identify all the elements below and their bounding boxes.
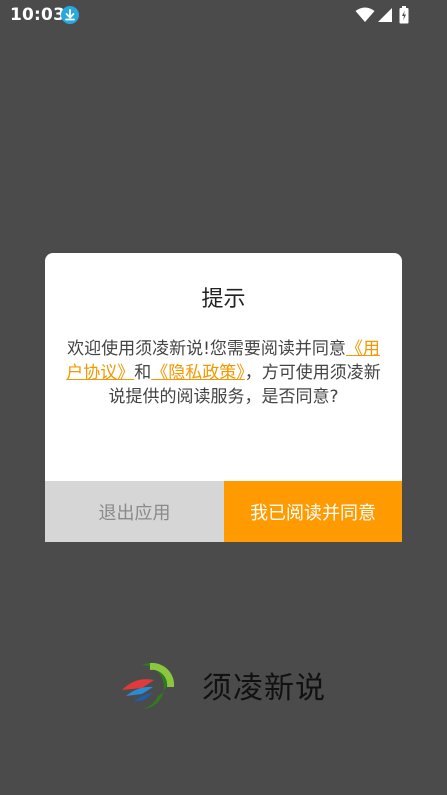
privacy-policy-link[interactable]: 《隐私政策》 [151,363,245,383]
status-icons [355,6,415,24]
brand: 须凌新说 [120,656,350,712]
wifi-icon [355,7,375,22]
dialog-message: 欢迎使用须凌新说!您需要阅读并同意《用户协议》和《隐私政策》，方可使用须凌新说提… [63,337,384,409]
exit-app-button[interactable]: 退出应用 [45,481,224,542]
message-and: 和 [134,363,152,383]
status-bar: 10:03 [0,0,447,30]
battery-icon [399,6,409,24]
consent-dialog: 提示 欢迎使用须凌新说!您需要阅读并同意《用户协议》和《隐私政策》，方可使用须凌… [45,253,402,542]
signal-icon [378,8,392,22]
dialog-title: 提示 [201,287,246,312]
brand-name: 须凌新说 [202,671,326,706]
download-icon [61,6,79,24]
app-logo-icon [122,662,175,709]
agree-button[interactable]: 我已阅读并同意 [224,481,402,542]
message-text: 欢迎使用须凌新说!您需要阅读并同意 [67,339,346,359]
status-time: 10:03 [10,5,66,25]
